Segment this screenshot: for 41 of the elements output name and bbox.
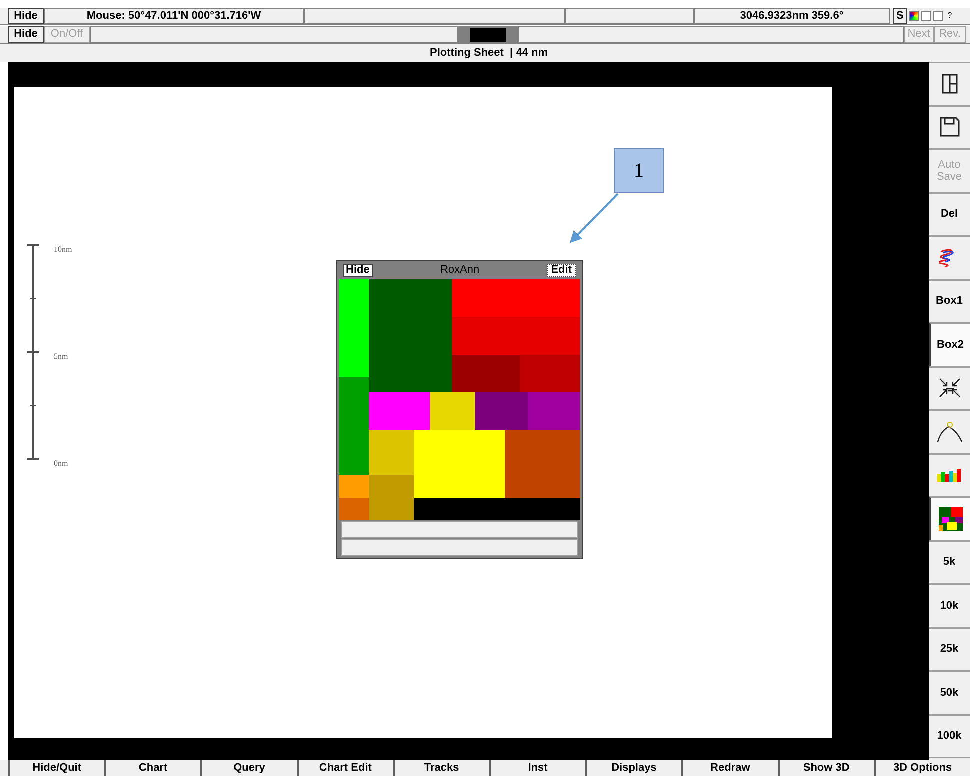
squiggle-icon[interactable] bbox=[929, 236, 970, 280]
scale-label: 5nm bbox=[54, 351, 68, 363]
hide-button[interactable]: Hide bbox=[8, 26, 44, 43]
hide-button[interactable]: Hide bbox=[343, 264, 373, 276]
panel-title: RoxAnn bbox=[439, 262, 481, 278]
edit-button[interactable]: Edit bbox=[547, 264, 576, 276]
bar-chart-icon[interactable] bbox=[929, 454, 970, 497]
tab-button[interactable]: Chart Edit bbox=[296, 760, 393, 776]
tab-button[interactable]: Displays bbox=[585, 760, 682, 776]
input-field[interactable] bbox=[518, 26, 904, 43]
toolbar-button[interactable]: 5k bbox=[929, 540, 970, 584]
toolbar-button[interactable]: 100k bbox=[929, 714, 970, 758]
toolbar-button[interactable]: Box2 bbox=[929, 323, 970, 366]
input-field[interactable] bbox=[90, 26, 458, 43]
mouse-position-field: Mouse: 50°47.011'N 000°31.716'W bbox=[44, 8, 304, 24]
s-button[interactable]: S bbox=[893, 8, 907, 24]
arc-icon[interactable] bbox=[929, 410, 970, 454]
tab-button[interactable]: Show 3D bbox=[778, 760, 874, 776]
range-bearing-field: 3046.9323nm 359.6° bbox=[694, 8, 890, 24]
palette-icon[interactable] bbox=[909, 11, 919, 21]
save-icon[interactable] bbox=[929, 106, 970, 149]
toolbar-button[interactable]: Del bbox=[929, 192, 970, 236]
toolbar-button[interactable]: 50k bbox=[929, 671, 970, 714]
toolbar-button[interactable]: 25k bbox=[929, 628, 970, 671]
tab-button[interactable]: Hide/Quit bbox=[8, 760, 104, 776]
toolbar-button[interactable]: 10k bbox=[929, 584, 970, 628]
tab-button[interactable]: Inst bbox=[488, 760, 586, 776]
tab-button[interactable]: 3D Options bbox=[874, 760, 970, 776]
toolbar-button[interactable]: Box1 bbox=[929, 280, 970, 323]
arrows-icon[interactable] bbox=[929, 366, 970, 410]
callout-box: 1 bbox=[614, 148, 664, 193]
scale-label: 10nm bbox=[54, 244, 72, 256]
hide-button[interactable]: Hide bbox=[8, 8, 44, 24]
color-matrix-icon[interactable] bbox=[929, 497, 970, 540]
cabinet-icon[interactable] bbox=[929, 62, 970, 106]
tab-button[interactable]: Query bbox=[200, 760, 297, 776]
tab-button[interactable]: Redraw bbox=[681, 760, 778, 776]
scale-label: 0nm bbox=[54, 458, 68, 470]
tab-button[interactable]: Tracks bbox=[392, 760, 489, 776]
tab-button[interactable]: Chart bbox=[104, 760, 200, 776]
sheet-title: Plotting Sheet | 44 nm bbox=[430, 46, 548, 61]
